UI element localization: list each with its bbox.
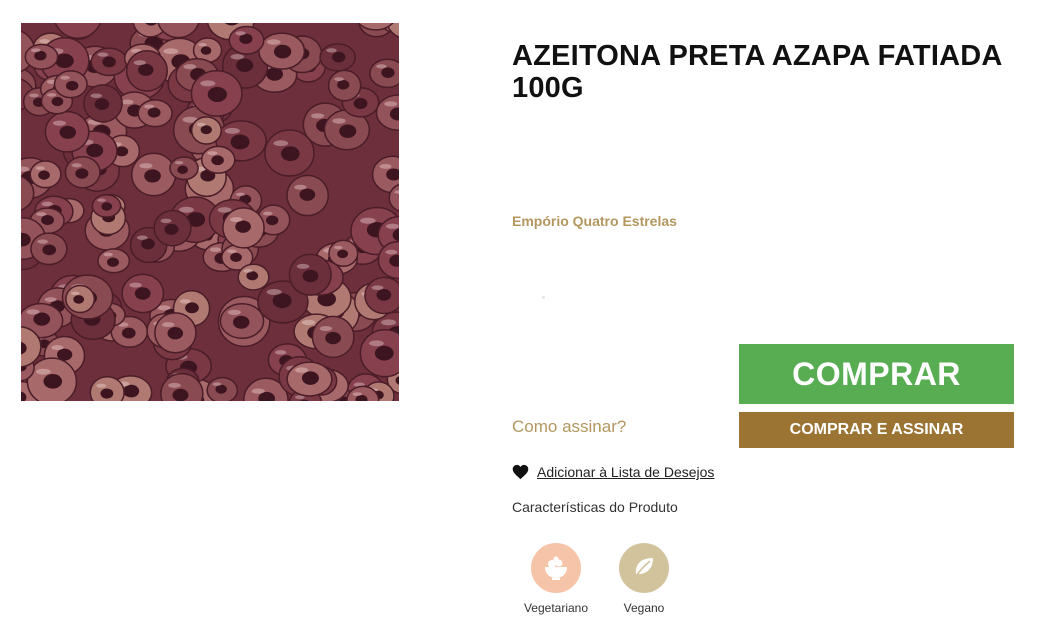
olive-ring: [53, 70, 88, 99]
olive-ring: [121, 273, 165, 314]
olive-ring: [219, 303, 265, 340]
olive-ring: [137, 99, 173, 128]
olive-ring: [97, 248, 131, 274]
product-title: AZEITONA PRETA AZAPA FATIADA 100G: [512, 40, 1002, 104]
olive-ring: [288, 253, 332, 296]
divider-dot: [542, 296, 545, 299]
add-to-wishlist[interactable]: Adicionar à Lista de Desejos: [512, 464, 714, 480]
olive-ring: [364, 276, 399, 315]
wishlist-label[interactable]: Adicionar à Lista de Desejos: [537, 464, 714, 480]
olive-ring: [311, 315, 355, 359]
olive-ring: [369, 58, 399, 89]
olive-ring: [90, 47, 128, 77]
brand-name[interactable]: Empório Quatro Estrelas: [512, 213, 677, 229]
olive-ring: [200, 145, 236, 174]
badge-vegan: Vegano: [604, 543, 684, 615]
badge-label: Vegano: [623, 601, 665, 615]
product-image[interactable]: [21, 23, 399, 401]
badge-vegetarian: Vegetariano: [516, 543, 596, 615]
salad-bowl-icon: [531, 543, 581, 593]
olive-ring: [89, 376, 125, 401]
olive-ring: [190, 116, 222, 145]
olive-ring: [319, 43, 356, 72]
olive-ring: [169, 156, 199, 181]
heart-icon: [512, 464, 529, 480]
olive-ring: [130, 152, 177, 197]
olive-ring: [286, 361, 333, 397]
olive-ring: [264, 129, 315, 177]
buy-button[interactable]: COMPRAR: [739, 344, 1014, 404]
olive-ring: [29, 160, 62, 189]
olive-ring: [237, 263, 270, 291]
olive-ring: [44, 110, 90, 153]
olive-ring: [258, 32, 306, 70]
olive-ring: [153, 209, 192, 247]
badge-label: Vegetariano: [523, 601, 589, 615]
olive-ring: [286, 174, 330, 217]
olive-ring: [65, 284, 96, 314]
olive-ring: [190, 70, 243, 117]
sliced-olives-photo: [21, 23, 399, 401]
characteristics-title: Características do Produto: [512, 499, 678, 515]
olive-ring: [24, 43, 59, 70]
olive-ring: [91, 193, 122, 218]
olive-ring: [64, 155, 101, 189]
olive-ring: [125, 49, 169, 92]
olive-ring: [154, 312, 197, 354]
olive-ring: [228, 25, 265, 55]
leaf-icon: [619, 543, 669, 593]
olive-ring: [26, 357, 78, 401]
olive-ring: [206, 376, 239, 401]
olive-ring: [30, 232, 68, 266]
how-to-subscribe-link[interactable]: Como assinar?: [512, 417, 626, 437]
buy-and-subscribe-button[interactable]: COMPRAR E ASSINAR: [739, 412, 1014, 448]
olive-ring: [327, 69, 362, 102]
olive-ring: [222, 207, 265, 249]
olive-ring: [83, 84, 123, 123]
